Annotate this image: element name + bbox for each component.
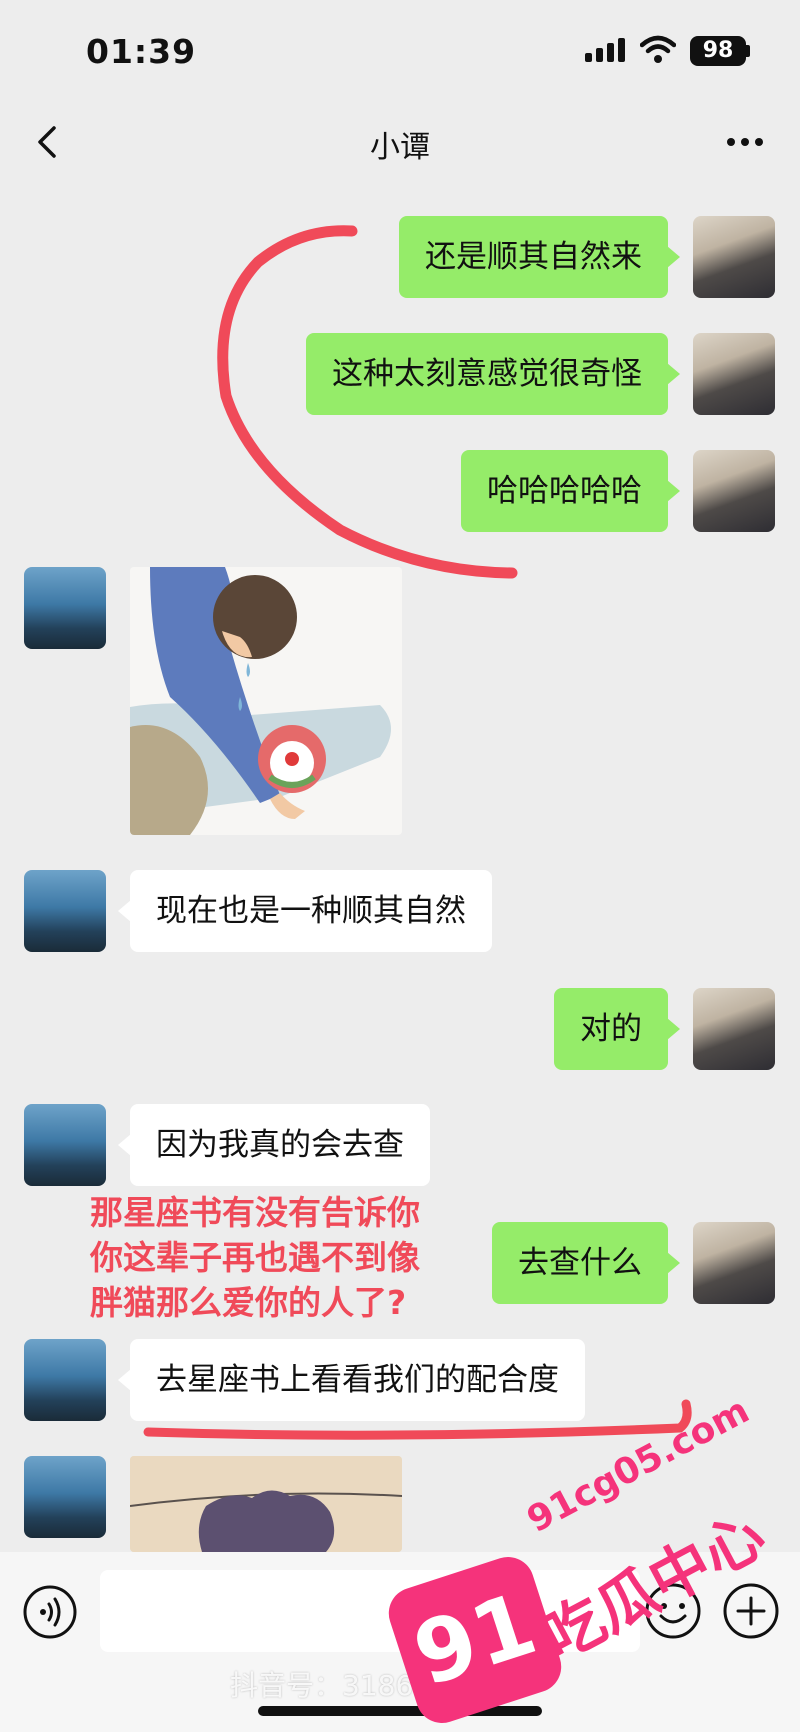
overlay-caption-line: 你这辈子再也遇不到像 <box>90 1238 420 1277</box>
overlay-caption-line: 那星座书有没有告诉你 <box>90 1193 420 1232</box>
voice-icon[interactable] <box>22 1584 78 1640</box>
home-indicator <box>258 1706 542 1716</box>
overlay-caption: 那星座书有没有告诉你 你这辈子再也遇不到像 胖猫那么爱你的人了? <box>90 1190 420 1325</box>
plus-icon[interactable] <box>722 1582 780 1640</box>
overlay-caption-line: 胖猫那么爱你的人了? <box>90 1283 407 1322</box>
